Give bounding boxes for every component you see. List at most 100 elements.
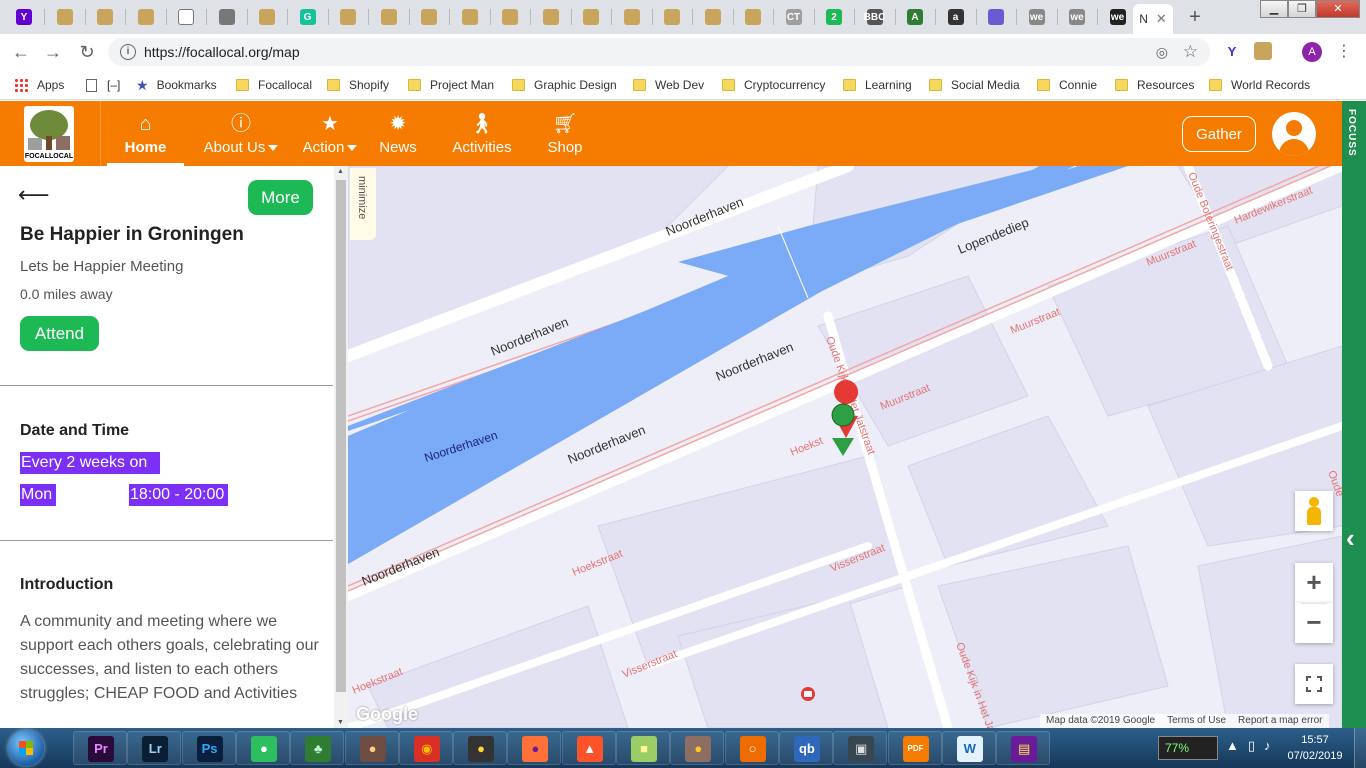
bookmark-apps[interactable]: Apps <box>14 76 64 94</box>
back-icon[interactable]: ← <box>8 40 34 64</box>
browser-tab[interactable] <box>654 4 690 30</box>
gather-button[interactable]: Gather <box>1182 116 1256 152</box>
taskbar-app-button[interactable]: ● <box>344 731 399 765</box>
browser-tab[interactable] <box>735 4 771 30</box>
browser-tab[interactable]: we <box>1100 4 1136 30</box>
browser-tab[interactable]: 2 <box>816 4 852 30</box>
browser-tab[interactable]: G <box>290 4 326 30</box>
system-tray[interactable]: ▲▯♪ <box>1226 738 1280 754</box>
more-button[interactable]: More <box>248 180 313 215</box>
taskbar-app-button[interactable]: ● <box>235 731 290 765</box>
nav-about-us[interactable]: ⓘ About Us <box>195 101 287 166</box>
tray-up-icon[interactable]: ▲ <box>1226 738 1248 753</box>
scroll-up-icon[interactable]: ▲ <box>337 168 344 175</box>
bookmark-resources[interactable]: Resources <box>1115 76 1194 94</box>
browser-menu-icon[interactable]: ⋮ <box>1336 40 1352 64</box>
taskbar-app-button[interactable]: PDF <box>887 731 942 765</box>
user-avatar-icon[interactable] <box>1272 112 1316 156</box>
panel-scrollbar[interactable]: ▲ ▼ <box>334 166 348 728</box>
taskbar-app-button[interactable]: ● <box>453 731 508 765</box>
browser-tab[interactable]: a <box>938 4 974 30</box>
bookmark-world-records[interactable]: World Records <box>1209 76 1310 94</box>
site-info-icon[interactable]: i <box>120 44 136 60</box>
bookmark-star-icon[interactable]: ☆ <box>1183 42 1198 62</box>
forward-icon[interactable]: → <box>40 40 66 64</box>
browser-tab[interactable] <box>47 4 83 30</box>
focallocal-extension-icon[interactable] <box>1254 42 1272 60</box>
taskbar-app-button[interactable]: ◉ <box>398 731 453 765</box>
taskbar-app-button[interactable]: Ps <box>181 731 236 765</box>
close-icon[interactable]: ✕ <box>1156 11 1167 27</box>
browser-tab[interactable] <box>128 4 164 30</box>
new-tab-button[interactable]: + <box>1184 6 1206 28</box>
bookmark-bookmarks[interactable]: ★ Bookmarks <box>136 76 217 94</box>
browser-tab[interactable]: we <box>1059 4 1095 30</box>
taskbar-app-button[interactable]: ▤ <box>996 731 1051 765</box>
browser-tab[interactable] <box>249 4 285 30</box>
report-map-error-link[interactable]: Report a map error <box>1232 714 1328 728</box>
browser-tab[interactable] <box>695 4 731 30</box>
bookmark-shopify[interactable]: Shopify <box>327 76 389 94</box>
scrollbar-thumb[interactable] <box>336 180 346 692</box>
browser-tab[interactable]: Y <box>6 4 42 30</box>
browser-tab[interactable]: CT <box>776 4 812 30</box>
nav-news[interactable]: ✹ News <box>373 101 423 166</box>
fullscreen-icon[interactable] <box>1295 664 1333 704</box>
chevron-left-icon[interactable]: ‹ <box>1346 525 1355 551</box>
browser-tab[interactable] <box>978 4 1014 30</box>
location-icon[interactable]: ◎ <box>1156 44 1168 61</box>
browser-tab[interactable] <box>87 4 123 30</box>
close-window-button[interactable]: ✕ <box>1316 0 1360 18</box>
profile-avatar[interactable]: A <box>1302 42 1322 62</box>
taskbar-app-button[interactable]: ♣ <box>290 731 345 765</box>
bookmark-project-man[interactable]: Project Man <box>408 76 494 94</box>
minimize-panel-tab[interactable]: minimize <box>350 168 376 240</box>
nav-activities[interactable]: 🚶︎ Activities <box>444 101 520 166</box>
taskbar-app-button[interactable]: W <box>941 731 996 765</box>
scroll-down-icon[interactable]: ▼ <box>337 719 344 726</box>
bookmark-connie[interactable]: Connie <box>1037 76 1097 94</box>
terms-of-use-link[interactable]: Terms of Use <box>1161 714 1232 728</box>
browser-tab[interactable] <box>533 4 569 30</box>
tab-active[interactable]: N ✕ <box>1133 4 1173 34</box>
map-canvas[interactable]: Noorderhaven Noorderhaven Noorderhaven N… <box>348 166 1342 728</box>
browser-tab[interactable] <box>411 4 447 30</box>
clock[interactable]: 15:57 07/02/2019 <box>1284 732 1346 764</box>
taskbar-app-button[interactable]: ○ <box>724 731 779 765</box>
taskbar-app-button[interactable]: Lr <box>127 731 182 765</box>
nav-shop[interactable]: 🛒︎ Shop <box>540 101 590 166</box>
bookmark-social-media[interactable]: Social Media <box>929 76 1020 94</box>
minimize-window-button[interactable]: ▁ <box>1260 0 1288 18</box>
map[interactable]: Noorderhaven Noorderhaven Noorderhaven N… <box>348 166 1342 728</box>
browser-tab[interactable]: A <box>897 4 933 30</box>
bookmark--[interactable]: [–] <box>86 76 120 94</box>
zoom-in-button[interactable]: + <box>1295 563 1333 603</box>
bookmark-focallocal[interactable]: Focallocal <box>236 76 312 94</box>
bookmark-graphic-design[interactable]: Graphic Design <box>512 76 617 94</box>
browser-tab[interactable] <box>209 4 245 30</box>
nav-home[interactable]: ⌂ Home <box>107 101 184 166</box>
nav-action[interactable]: ★ Action <box>294 101 366 166</box>
taskbar-app-button[interactable]: qb <box>778 731 833 765</box>
battery-indicator[interactable]: 77% <box>1158 736 1218 760</box>
start-button[interactable] <box>8 730 44 766</box>
taskbar-app-button[interactable]: ▲ <box>561 731 616 765</box>
browser-tab[interactable] <box>452 4 488 30</box>
battery-icon[interactable]: ▯ <box>1248 738 1264 753</box>
address-bar[interactable]: i https://focallocal.org/map ◎ ☆ <box>108 38 1210 66</box>
url-text[interactable]: https://focallocal.org/map <box>144 44 300 60</box>
volume-icon[interactable]: ♪ <box>1264 738 1280 753</box>
browser-tab[interactable] <box>573 4 609 30</box>
taskbar-app-button[interactable]: ▣ <box>833 731 888 765</box>
bookmark-web-dev[interactable]: Web Dev <box>633 76 704 94</box>
browser-tab[interactable] <box>168 4 204 30</box>
browser-tab[interactable] <box>614 4 650 30</box>
focallocal-logo[interactable]: FOCALLOCAL <box>24 106 74 162</box>
browser-tab[interactable] <box>371 4 407 30</box>
back-arrow-icon[interactable]: ⟵ <box>18 182 50 208</box>
bookmark-cryptocurrency[interactable]: Cryptocurrency <box>722 76 825 94</box>
browser-tab[interactable] <box>492 4 528 30</box>
focus-extension-strip[interactable]: FOCUSS ‹ <box>1342 101 1366 728</box>
browser-tab[interactable]: we <box>1019 4 1055 30</box>
show-desktop-button[interactable] <box>1354 728 1366 768</box>
